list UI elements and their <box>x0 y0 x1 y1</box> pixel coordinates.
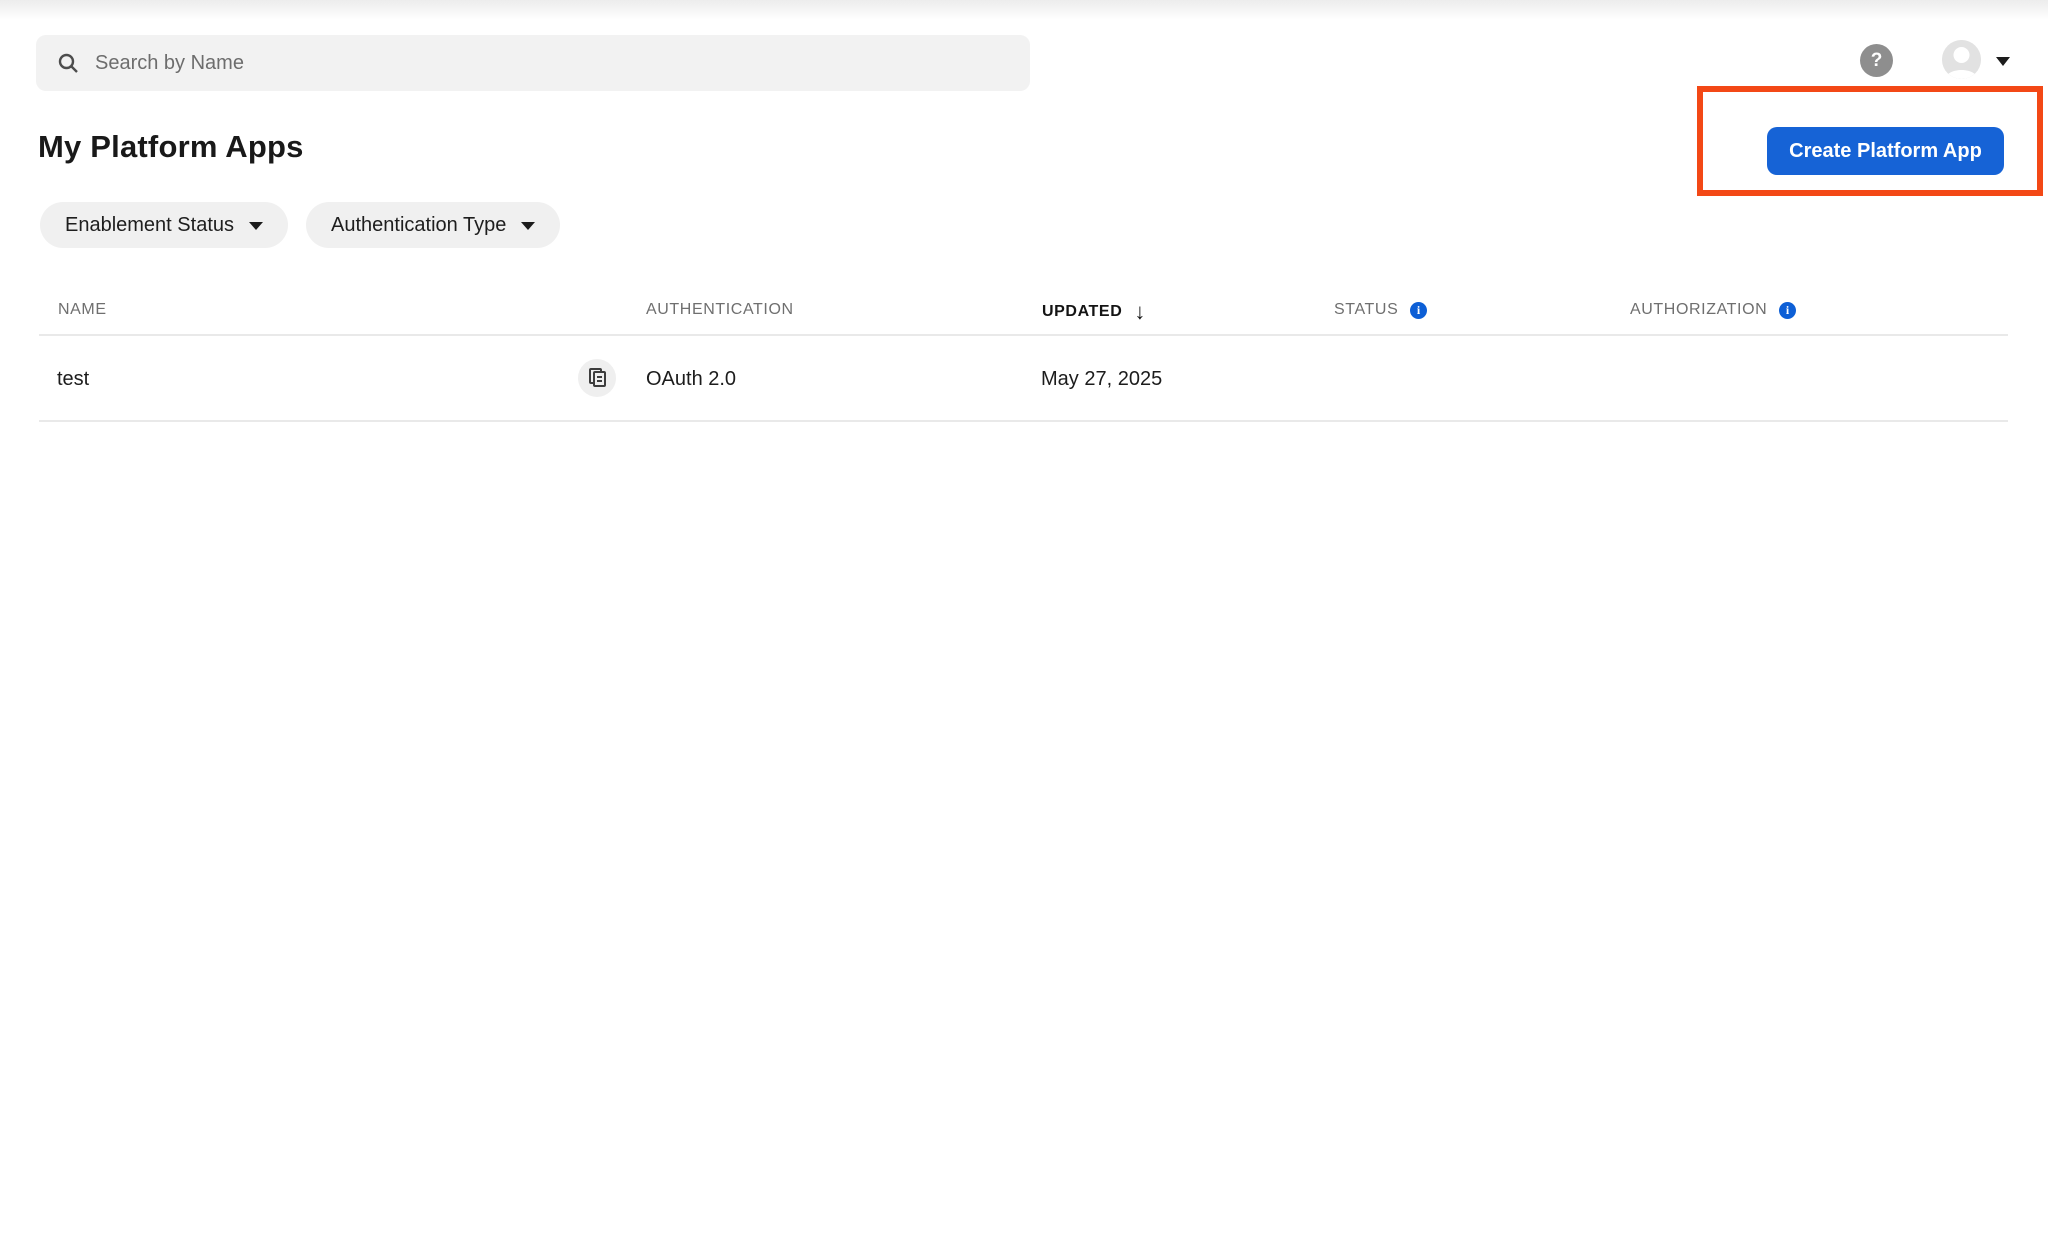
table-row-divider <box>39 420 2008 422</box>
column-header-updated[interactable]: UPDATED ↓ <box>1042 301 1146 323</box>
filter-label: Enablement Status <box>65 214 234 237</box>
avatar <box>1942 40 1981 79</box>
search-bar[interactable] <box>36 35 1030 91</box>
filter-enablement-status[interactable]: Enablement Status <box>40 202 288 248</box>
question-icon: ? <box>1871 50 1883 72</box>
search-icon <box>56 51 80 75</box>
table-header-divider <box>39 334 2008 336</box>
copy-icon <box>586 366 608 391</box>
info-icon[interactable]: i <box>1779 302 1796 319</box>
column-header-authentication[interactable]: AUTHENTICATION <box>646 301 794 319</box>
chevron-down-icon <box>249 222 263 230</box>
table-row[interactable]: test OAuth 2.0 May 27, 2025 <box>39 337 2008 420</box>
create-platform-app-button[interactable]: Create Platform App <box>1767 127 2004 175</box>
copy-app-button[interactable] <box>578 359 616 397</box>
chevron-down-icon <box>521 222 535 230</box>
filter-authentication-type[interactable]: Authentication Type <box>306 202 560 248</box>
column-header-status[interactable]: STATUS i <box>1334 301 1427 319</box>
user-menu[interactable] <box>1942 40 2012 80</box>
filter-bar: Enablement Status Authentication Type <box>40 202 560 248</box>
filter-label: Authentication Type <box>331 214 506 237</box>
column-header-authorization[interactable]: AUTHORIZATION i <box>1630 301 1796 319</box>
column-header-name[interactable]: NAME <box>58 301 107 319</box>
authentication-cell: OAuth 2.0 <box>646 368 736 391</box>
updated-cell: May 27, 2025 <box>1041 368 1162 391</box>
top-shadow-gradient <box>0 0 2048 20</box>
info-icon[interactable]: i <box>1410 302 1427 319</box>
annotation-highlight: Create Platform App <box>1697 86 2043 196</box>
chevron-down-icon <box>1996 57 2010 66</box>
app-name-cell: test <box>57 368 89 391</box>
search-input[interactable] <box>95 52 1010 75</box>
page-title: My Platform Apps <box>38 129 304 165</box>
sort-descending-icon[interactable]: ↓ <box>1134 301 1146 323</box>
help-button[interactable]: ? <box>1860 44 1893 77</box>
